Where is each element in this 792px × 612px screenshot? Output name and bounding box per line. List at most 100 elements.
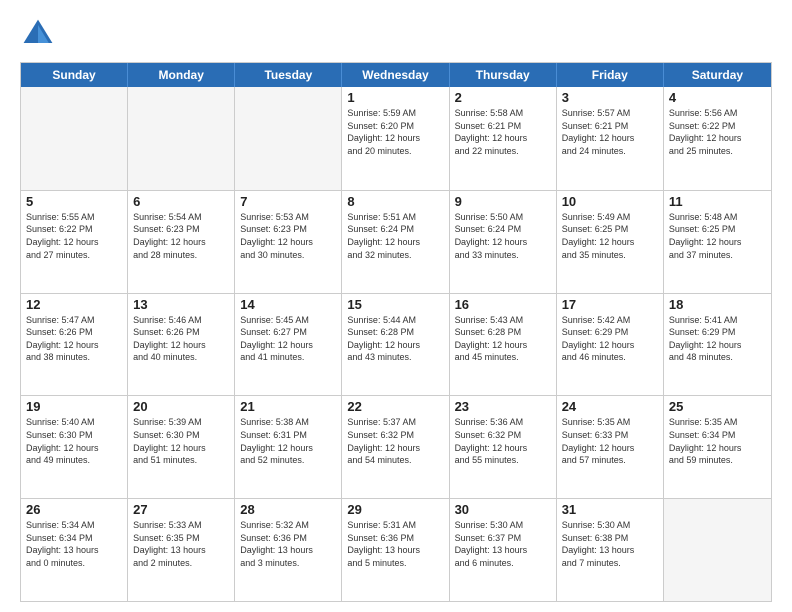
cell-info: Sunrise: 5:34 AM Sunset: 6:34 PM Dayligh… bbox=[26, 519, 122, 569]
day-number: 13 bbox=[133, 297, 229, 312]
calendar-header: SundayMondayTuesdayWednesdayThursdayFrid… bbox=[21, 63, 771, 87]
day-number: 25 bbox=[669, 399, 766, 414]
calendar-body: 1Sunrise: 5:59 AM Sunset: 6:20 PM Daylig… bbox=[21, 87, 771, 601]
calendar-cell: 15 Sunrise: 5:44 AM Sunset: 6:28 PM Dayli… bbox=[342, 294, 449, 396]
cell-info: Sunrise: 5:31 AM Sunset: 6:36 PM Dayligh… bbox=[347, 519, 443, 569]
cell-info: Sunrise: 5:36 AM Sunset: 6:32 PM Dayligh… bbox=[455, 416, 551, 466]
cell-info: Sunrise: 5:45 AM Sunset: 6:27 PM Dayligh… bbox=[240, 314, 336, 364]
day-number: 9 bbox=[455, 194, 551, 209]
day-number: 6 bbox=[133, 194, 229, 209]
day-number: 5 bbox=[26, 194, 122, 209]
calendar-cell: 29 Sunrise: 5:31 AM Sunset: 6:36 PM Dayli… bbox=[342, 499, 449, 601]
day-number: 2 bbox=[455, 90, 551, 105]
day-number: 28 bbox=[240, 502, 336, 517]
calendar-row: 1Sunrise: 5:59 AM Sunset: 6:20 PM Daylig… bbox=[21, 87, 771, 190]
day-number: 4 bbox=[669, 90, 766, 105]
calendar-cell: 18Sunrise: 5:41 AM Sunset: 6:29 PM Dayli… bbox=[664, 294, 771, 396]
day-number: 10 bbox=[562, 194, 658, 209]
cell-info: Sunrise: 5:55 AM Sunset: 6:22 PM Dayligh… bbox=[26, 211, 122, 261]
day-number: 30 bbox=[455, 502, 551, 517]
calendar-cell: 27 Sunrise: 5:33 AM Sunset: 6:35 PM Dayli… bbox=[128, 499, 235, 601]
calendar-row: 5 Sunrise: 5:55 AM Sunset: 6:22 PM Daylig… bbox=[21, 190, 771, 293]
calendar-cell: 17Sunrise: 5:42 AM Sunset: 6:29 PM Dayli… bbox=[557, 294, 664, 396]
day-number: 11 bbox=[669, 194, 766, 209]
cell-info: Sunrise: 5:38 AM Sunset: 6:31 PM Dayligh… bbox=[240, 416, 336, 466]
cell-info: Sunrise: 5:58 AM Sunset: 6:21 PM Dayligh… bbox=[455, 107, 551, 157]
cell-info: Sunrise: 5:47 AM Sunset: 6:26 PM Dayligh… bbox=[26, 314, 122, 364]
day-number: 31 bbox=[562, 502, 658, 517]
calendar-cell: 12 Sunrise: 5:47 AM Sunset: 6:26 PM Dayli… bbox=[21, 294, 128, 396]
day-number: 7 bbox=[240, 194, 336, 209]
cell-info: Sunrise: 5:40 AM Sunset: 6:30 PM Dayligh… bbox=[26, 416, 122, 466]
cell-info: Sunrise: 5:35 AM Sunset: 6:33 PM Dayligh… bbox=[562, 416, 658, 466]
calendar-cell: 10 Sunrise: 5:49 AM Sunset: 6:25 PM Dayli… bbox=[557, 191, 664, 293]
day-number: 8 bbox=[347, 194, 443, 209]
cell-info: Sunrise: 5:51 AM Sunset: 6:24 PM Dayligh… bbox=[347, 211, 443, 261]
day-number: 1 bbox=[347, 90, 443, 105]
weekday-header: Wednesday bbox=[342, 63, 449, 87]
calendar-cell: 22Sunrise: 5:37 AM Sunset: 6:32 PM Dayli… bbox=[342, 396, 449, 498]
day-number: 19 bbox=[26, 399, 122, 414]
day-number: 16 bbox=[455, 297, 551, 312]
cell-info: Sunrise: 5:48 AM Sunset: 6:25 PM Dayligh… bbox=[669, 211, 766, 261]
weekday-header: Monday bbox=[128, 63, 235, 87]
calendar-cell: 16 Sunrise: 5:43 AM Sunset: 6:28 PM Dayli… bbox=[450, 294, 557, 396]
cell-info: Sunrise: 5:44 AM Sunset: 6:28 PM Dayligh… bbox=[347, 314, 443, 364]
calendar-cell: 21 Sunrise: 5:38 AM Sunset: 6:31 PM Dayli… bbox=[235, 396, 342, 498]
cell-info: Sunrise: 5:33 AM Sunset: 6:35 PM Dayligh… bbox=[133, 519, 229, 569]
cell-info: Sunrise: 5:32 AM Sunset: 6:36 PM Dayligh… bbox=[240, 519, 336, 569]
calendar-cell: 25 Sunrise: 5:35 AM Sunset: 6:34 PM Dayli… bbox=[664, 396, 771, 498]
day-number: 3 bbox=[562, 90, 658, 105]
day-number: 12 bbox=[26, 297, 122, 312]
calendar-cell: 1Sunrise: 5:59 AM Sunset: 6:20 PM Daylig… bbox=[342, 87, 449, 190]
calendar-cell: 20Sunrise: 5:39 AM Sunset: 6:30 PM Dayli… bbox=[128, 396, 235, 498]
day-number: 27 bbox=[133, 502, 229, 517]
cell-info: Sunrise: 5:30 AM Sunset: 6:38 PM Dayligh… bbox=[562, 519, 658, 569]
day-number: 15 bbox=[347, 297, 443, 312]
weekday-header: Saturday bbox=[664, 63, 771, 87]
calendar-cell: 8 Sunrise: 5:51 AM Sunset: 6:24 PM Daylig… bbox=[342, 191, 449, 293]
cell-info: Sunrise: 5:30 AM Sunset: 6:37 PM Dayligh… bbox=[455, 519, 551, 569]
day-number: 20 bbox=[133, 399, 229, 414]
calendar-cell bbox=[664, 499, 771, 601]
day-number: 21 bbox=[240, 399, 336, 414]
calendar-cell: 9 Sunrise: 5:50 AM Sunset: 6:24 PM Daylig… bbox=[450, 191, 557, 293]
calendar-cell bbox=[128, 87, 235, 190]
cell-info: Sunrise: 5:43 AM Sunset: 6:28 PM Dayligh… bbox=[455, 314, 551, 364]
calendar-cell: 7 Sunrise: 5:53 AM Sunset: 6:23 PM Daylig… bbox=[235, 191, 342, 293]
cell-info: Sunrise: 5:46 AM Sunset: 6:26 PM Dayligh… bbox=[133, 314, 229, 364]
cell-info: Sunrise: 5:50 AM Sunset: 6:24 PM Dayligh… bbox=[455, 211, 551, 261]
weekday-header: Thursday bbox=[450, 63, 557, 87]
cell-info: Sunrise: 5:35 AM Sunset: 6:34 PM Dayligh… bbox=[669, 416, 766, 466]
day-number: 24 bbox=[562, 399, 658, 414]
calendar-cell: 11 Sunrise: 5:48 AM Sunset: 6:25 PM Dayli… bbox=[664, 191, 771, 293]
calendar-cell: 19 Sunrise: 5:40 AM Sunset: 6:30 PM Dayli… bbox=[21, 396, 128, 498]
day-number: 23 bbox=[455, 399, 551, 414]
logo bbox=[20, 16, 62, 52]
calendar-row: 19 Sunrise: 5:40 AM Sunset: 6:30 PM Dayli… bbox=[21, 395, 771, 498]
calendar-cell: 4Sunrise: 5:56 AM Sunset: 6:22 PM Daylig… bbox=[664, 87, 771, 190]
calendar-cell: 14 Sunrise: 5:45 AM Sunset: 6:27 PM Dayli… bbox=[235, 294, 342, 396]
calendar-cell: 2 Sunrise: 5:58 AM Sunset: 6:21 PM Daylig… bbox=[450, 87, 557, 190]
calendar-row: 26Sunrise: 5:34 AM Sunset: 6:34 PM Dayli… bbox=[21, 498, 771, 601]
day-number: 29 bbox=[347, 502, 443, 517]
day-number: 18 bbox=[669, 297, 766, 312]
calendar-cell: 23 Sunrise: 5:36 AM Sunset: 6:32 PM Dayli… bbox=[450, 396, 557, 498]
cell-info: Sunrise: 5:57 AM Sunset: 6:21 PM Dayligh… bbox=[562, 107, 658, 157]
calendar-cell: 28 Sunrise: 5:32 AM Sunset: 6:36 PM Dayli… bbox=[235, 499, 342, 601]
cell-info: Sunrise: 5:49 AM Sunset: 6:25 PM Dayligh… bbox=[562, 211, 658, 261]
cell-info: Sunrise: 5:53 AM Sunset: 6:23 PM Dayligh… bbox=[240, 211, 336, 261]
cell-info: Sunrise: 5:42 AM Sunset: 6:29 PM Dayligh… bbox=[562, 314, 658, 364]
calendar-cell bbox=[21, 87, 128, 190]
calendar: SundayMondayTuesdayWednesdayThursdayFrid… bbox=[20, 62, 772, 602]
calendar-cell: 26Sunrise: 5:34 AM Sunset: 6:34 PM Dayli… bbox=[21, 499, 128, 601]
calendar-row: 12 Sunrise: 5:47 AM Sunset: 6:26 PM Dayli… bbox=[21, 293, 771, 396]
weekday-header: Tuesday bbox=[235, 63, 342, 87]
cell-info: Sunrise: 5:37 AM Sunset: 6:32 PM Dayligh… bbox=[347, 416, 443, 466]
calendar-cell bbox=[235, 87, 342, 190]
day-number: 14 bbox=[240, 297, 336, 312]
calendar-cell: 30 Sunrise: 5:30 AM Sunset: 6:37 PM Dayli… bbox=[450, 499, 557, 601]
page: SundayMondayTuesdayWednesdayThursdayFrid… bbox=[0, 0, 792, 612]
logo-icon bbox=[20, 16, 56, 52]
calendar-cell: 31 Sunrise: 5:30 AM Sunset: 6:38 PM Dayli… bbox=[557, 499, 664, 601]
